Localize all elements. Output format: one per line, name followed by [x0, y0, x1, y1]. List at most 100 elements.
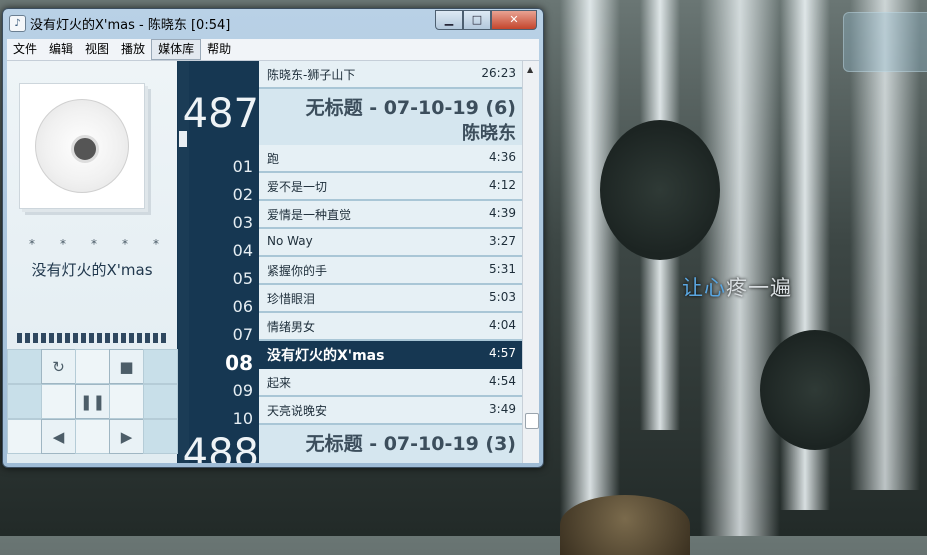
rating-star[interactable]: * [29, 237, 35, 251]
maximize-button[interactable]: □ [463, 10, 491, 30]
stop-button[interactable]: ■ [109, 349, 144, 384]
track-number: 07 [232, 325, 253, 344]
track-title: No Way [267, 234, 313, 248]
next-button[interactable]: ▶ [109, 419, 144, 454]
track-title: 爱不是一切 [267, 180, 328, 194]
grid-cell [143, 384, 178, 419]
grid-cell [7, 349, 42, 384]
close-button[interactable]: ✕ [491, 10, 537, 30]
window-controls: ▁ □ ✕ [435, 10, 537, 30]
menu-view[interactable]: 视图 [79, 39, 115, 60]
track-row[interactable]: 起来 4:54 [259, 369, 522, 397]
track-duration: 4:54 [489, 374, 516, 388]
track-title: 陈晓东-狮子山下 [267, 68, 356, 82]
menu-bar: 文件 编辑 视图 播放 媒体库 帮助 [7, 39, 539, 61]
grid-cell [7, 384, 42, 419]
scroll-up-icon[interactable]: ▲ [527, 65, 533, 74]
rock [600, 120, 720, 260]
menu-file[interactable]: 文件 [7, 39, 43, 60]
grid-cell [75, 349, 110, 384]
track-title: 情绪男女 [267, 320, 316, 334]
repeat-button[interactable]: ↻ [41, 349, 76, 384]
waterfall [560, 0, 620, 536]
cd-hub [71, 135, 99, 163]
menu-library[interactable]: 媒体库 [151, 39, 202, 60]
menu-help[interactable]: 帮助 [201, 39, 237, 60]
track-row[interactable]: 陈晓东-狮子山下 26:23 [259, 61, 522, 89]
track-number: 06 [232, 297, 253, 316]
title-bar[interactable]: ♪ 没有灯火的X'mas - 陈晓东 [0:54] ▁ □ ✕ [3, 9, 543, 37]
track-duration: 4:12 [489, 178, 516, 192]
track-row[interactable]: 爱情是一种直觉 4:39 [259, 201, 522, 229]
rating-star[interactable]: * [60, 237, 66, 251]
track-number: 02 [232, 185, 253, 204]
album-title: 无标题 - 07-10-19 (3) [305, 433, 516, 455]
track-number: 03 [232, 213, 253, 232]
track-row[interactable]: 紧握你的手 5:31 [259, 257, 522, 285]
now-playing-panel: * * * * * 没有灯火的X'mas ↻ ■ ❚❚ ◀ ▶ [7, 61, 178, 463]
window-title: 没有灯火的X'mas - 陈晓东 [0:54] [30, 18, 231, 33]
track-row[interactable]: 情绪男女 4:04 [259, 313, 522, 341]
track-duration: 4:39 [489, 206, 516, 220]
track-number: 05 [232, 269, 253, 288]
grid-cell [7, 419, 42, 454]
app-icon[interactable]: ♪ [9, 15, 26, 32]
decorative-pattern [17, 333, 167, 343]
rating-star[interactable]: * [122, 237, 128, 251]
track-duration: 3:27 [489, 234, 516, 248]
track-row[interactable]: 爱不是一切 4:12 [259, 173, 522, 201]
track-duration: 5:03 [489, 290, 516, 304]
grid-cell [41, 384, 76, 419]
track-title: 紧握你的手 [267, 264, 328, 278]
grid-cell [143, 419, 178, 454]
grid-cell [109, 384, 144, 419]
foreground-rock [560, 495, 690, 555]
track-duration: 5:31 [489, 262, 516, 276]
album-header[interactable]: 无标题 - 07-10-19 (3) [259, 425, 522, 463]
pause-button[interactable]: ❚❚ [75, 384, 110, 419]
track-row[interactable]: 天亮说晚安 3:49 [259, 397, 522, 425]
track-duration: 4:04 [489, 318, 516, 332]
track-title: 爱情是一种直觉 [267, 208, 352, 222]
scrollbar-thumb[interactable] [525, 413, 539, 429]
rating[interactable]: * * * * * [29, 237, 159, 251]
grid-cell [75, 419, 110, 454]
player-window: ♪ 没有灯火的X'mas - 陈晓东 [0:54] ▁ □ ✕ 文件 编辑 视图… [2, 8, 544, 468]
desktop-lyric: 让心疼一遍 [682, 272, 792, 302]
previous-button[interactable]: ◀ [41, 419, 76, 454]
rating-star[interactable]: * [91, 237, 97, 251]
album-art [19, 83, 145, 209]
track-row[interactable]: 珍惜眼泪 5:03 [259, 285, 522, 313]
album-number: 487 [182, 91, 259, 137]
waterfall [700, 0, 780, 536]
album-artist: 陈晓东 [462, 123, 516, 144]
current-track-row[interactable]: 没有灯火的X'mas 4:57 [259, 341, 522, 369]
album-number: 488 [182, 431, 259, 463]
cd-icon [35, 99, 129, 193]
track-duration: 4:57 [489, 346, 516, 360]
track-number: 09 [232, 381, 253, 400]
grid-cell [143, 349, 178, 384]
track-title: 珍惜眼泪 [267, 292, 316, 306]
track-title: 没有灯火的X'mas [267, 348, 385, 364]
track-row[interactable]: 跑 4:36 [259, 145, 522, 173]
track-title: 跑 [267, 152, 280, 166]
track-row[interactable]: No Way 3:27 [259, 229, 522, 257]
album-header[interactable]: 无标题 - 07-10-19 (6) 陈晓东 [259, 89, 522, 145]
minimize-button[interactable]: ▁ [435, 10, 463, 30]
menu-edit[interactable]: 编辑 [43, 39, 79, 60]
track-title: 起来 [267, 376, 292, 390]
track-title: 天亮说晚安 [267, 404, 328, 418]
player-content: * * * * * 没有灯火的X'mas ↻ ■ ❚❚ ◀ ▶ 487 01 0… [7, 61, 539, 463]
menu-play[interactable]: 播放 [115, 39, 151, 60]
track-number: 04 [232, 241, 253, 260]
rock [760, 330, 870, 450]
desktop-gadget[interactable] [843, 12, 927, 72]
track-duration: 26:23 [481, 66, 516, 80]
now-playing-title: 没有灯火的X'mas [31, 261, 153, 279]
control-grid: ↻ ■ ❚❚ ◀ ▶ [7, 349, 178, 463]
track-list-scrollbar[interactable]: ▲ [522, 61, 539, 463]
album-number-column: 487 01 02 03 04 05 06 07 08 09 10 488 [183, 61, 259, 463]
rating-star[interactable]: * [153, 237, 159, 251]
lyric-highlight: 让心 [682, 276, 726, 300]
